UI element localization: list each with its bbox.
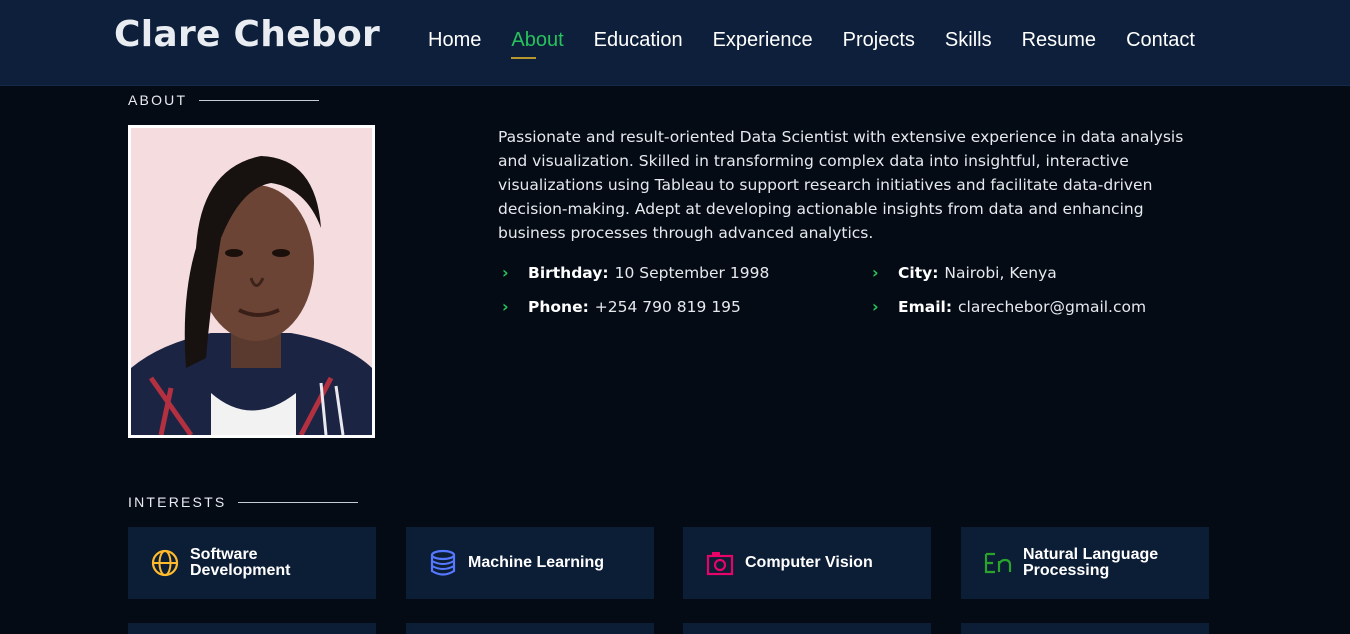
interest-card-row2 — [406, 623, 654, 634]
interest-card-natural-language-processing[interactable]: Natural Language Processing — [961, 527, 1209, 599]
interest-label: Software Development — [190, 546, 291, 579]
nav-experience[interactable]: Experience — [713, 28, 813, 52]
nav-about[interactable]: About — [511, 28, 564, 59]
about-section-title: ABOUT — [128, 92, 320, 108]
birthday-value: 10 September 1998 — [614, 263, 770, 282]
detail-birthday: › Birthday: 10 September 1998 — [502, 263, 769, 282]
phone-label: Phone: — [528, 297, 589, 316]
site-logo[interactable]: Clare Chebor — [114, 14, 380, 55]
nav-education[interactable]: Education — [594, 28, 683, 52]
nav-home[interactable]: Home — [428, 28, 481, 52]
portrait-illustration — [131, 128, 372, 435]
detail-city: › City: Nairobi, Kenya — [872, 263, 1057, 282]
site-header: Clare Chebor Home About Education Experi… — [0, 0, 1350, 86]
about-title-text: ABOUT — [128, 92, 188, 108]
city-label: City: — [898, 263, 939, 282]
nav-projects[interactable]: Projects — [843, 28, 915, 52]
title-divider — [238, 501, 359, 503]
interest-card-computer-vision[interactable]: Computer Vision — [683, 527, 931, 599]
interests-section-title: INTERESTS — [128, 494, 359, 510]
email-label: Email: — [898, 297, 953, 316]
detail-email: › Email: clarechebor@gmail.com — [872, 297, 1146, 316]
nav-skills[interactable]: Skills — [945, 28, 992, 52]
phone-value: +254 790 819 195 — [594, 297, 741, 316]
email-value: clarechebor@gmail.com — [958, 297, 1147, 316]
about-description: Passionate and result-oriented Data Scie… — [498, 128, 1184, 242]
interest-label: Natural Language Processing — [1023, 546, 1159, 579]
detail-phone: › Phone: +254 790 819 195 — [502, 297, 741, 316]
interests-title-text: INTERESTS — [128, 494, 227, 510]
interest-card-row2 — [683, 623, 931, 634]
birthday-label: Birthday: — [528, 263, 609, 282]
interest-card-machine-learning[interactable]: Machine Learning — [406, 527, 654, 599]
interest-label: Machine Learning — [468, 554, 605, 571]
nav-resume[interactable]: Resume — [1022, 28, 1096, 52]
chevron-right-icon: › — [502, 297, 509, 316]
interest-label: Computer Vision — [745, 554, 873, 571]
main-nav: Home About Education Experience Projects… — [428, 28, 1195, 59]
interest-card-row2 — [961, 623, 1209, 634]
chevron-right-icon: › — [872, 297, 879, 316]
language-icon — [983, 548, 1013, 578]
chevron-right-icon: › — [872, 263, 879, 282]
nav-contact[interactable]: Contact — [1126, 28, 1195, 52]
camera-icon — [705, 548, 735, 578]
interest-card-software-development[interactable]: Software Development — [128, 527, 376, 599]
interest-card-row2 — [128, 623, 376, 634]
profile-photo — [128, 125, 375, 438]
database-icon — [428, 548, 458, 578]
chevron-right-icon: › — [502, 263, 509, 282]
city-value: Nairobi, Kenya — [944, 263, 1057, 282]
title-divider — [199, 99, 320, 101]
globe-icon — [150, 548, 180, 578]
